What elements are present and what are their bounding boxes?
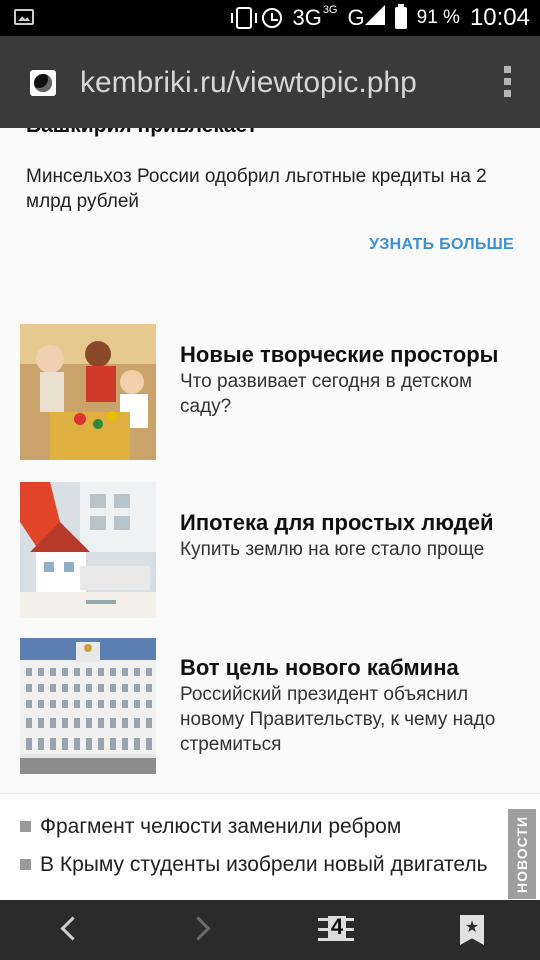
- tab-count: 4: [328, 916, 346, 938]
- battery-icon: [394, 4, 407, 29]
- article-item[interactable]: Ипотека для простых людей Купить землю н…: [20, 482, 520, 618]
- article-text: Вот цель нового кабмина Российский прези…: [180, 638, 520, 757]
- article-item[interactable]: Новые творческие просторы Что развивает …: [20, 324, 520, 460]
- url-field[interactable]: kembriki.ru/viewtopic.php: [80, 66, 417, 100]
- back-button[interactable]: [40, 900, 100, 960]
- browser-url-bar: kembriki.ru/viewtopic.php: [0, 36, 540, 128]
- article-item[interactable]: Вот цель нового кабмина Российский прези…: [20, 638, 520, 774]
- forward-button[interactable]: [170, 900, 230, 960]
- status-right: 3G 3G G 91 % 10:04: [231, 4, 530, 32]
- status-bar: 3G 3G G 91 % 10:04: [0, 0, 540, 36]
- tabs-button[interactable]: 4: [318, 916, 354, 942]
- bookmark-icon[interactable]: ★: [460, 915, 484, 945]
- article-description: Купить землю на юге стало проще: [180, 539, 485, 560]
- news-list-item[interactable]: В Крыму студенты изобрели новый двигател…: [20, 852, 490, 878]
- learn-more-link[interactable]: УЗНАТЬ БОЛЬШЕ: [369, 236, 514, 254]
- bullet-icon: [20, 821, 31, 832]
- vibrate-icon: [231, 7, 258, 29]
- article-description: Что развивает сегодня в детском саду?: [180, 371, 473, 417]
- news-item-text[interactable]: В Крыму студенты изобрели новый двигател…: [20, 852, 490, 878]
- chevron-left-icon: [60, 916, 85, 941]
- article-text: Ипотека для простых людей Купить землю н…: [180, 482, 520, 562]
- network-type-sup: 3G: [322, 4, 338, 16]
- battery-level: 91 %: [416, 7, 460, 28]
- article-thumbnail[interactable]: [20, 324, 156, 460]
- image-notification-icon: [14, 9, 34, 25]
- browser-bottom-bar: 4 ★: [0, 900, 540, 960]
- network-type: 3G: [292, 5, 322, 30]
- network-indicator: 3G 3G: [292, 5, 337, 31]
- page-content: Башкирия привлекает Минсельхоз России од…: [0, 128, 540, 900]
- promo-text: Минсельхоз России одобрил льготные креди…: [26, 166, 487, 212]
- promo-title: Башкирия привлекает: [26, 128, 257, 138]
- article-title[interactable]: Новые творческие просторы: [180, 340, 520, 369]
- overflow-menu-icon[interactable]: [504, 66, 512, 100]
- bullet-icon: [20, 859, 31, 870]
- network-indicator-2: G: [348, 5, 385, 31]
- article-title[interactable]: Вот цель нового кабмина: [180, 653, 520, 682]
- site-favicon-icon: [30, 70, 56, 96]
- chevron-right-icon: [186, 916, 211, 941]
- alarm-icon: [262, 8, 283, 28]
- news-tab[interactable]: НОВОСТИ: [508, 809, 536, 899]
- network-type-2: G: [347, 5, 365, 30]
- article-description: Российский президент объяснил новому Пра…: [180, 684, 496, 755]
- news-panel: Фрагмент челюсти заменили ребром В Крыму…: [0, 793, 540, 900]
- article-thumbnail[interactable]: [20, 638, 156, 774]
- article-title[interactable]: Ипотека для простых людей: [180, 508, 520, 537]
- article-text: Новые творческие просторы Что развивает …: [180, 324, 520, 419]
- article-thumbnail[interactable]: [20, 482, 156, 618]
- news-item-text[interactable]: Фрагмент челюсти заменили ребром: [20, 814, 490, 840]
- news-list-item[interactable]: Фрагмент челюсти заменили ребром: [20, 814, 490, 840]
- clock: 10:04: [469, 4, 530, 31]
- signal-icon: [364, 5, 385, 25]
